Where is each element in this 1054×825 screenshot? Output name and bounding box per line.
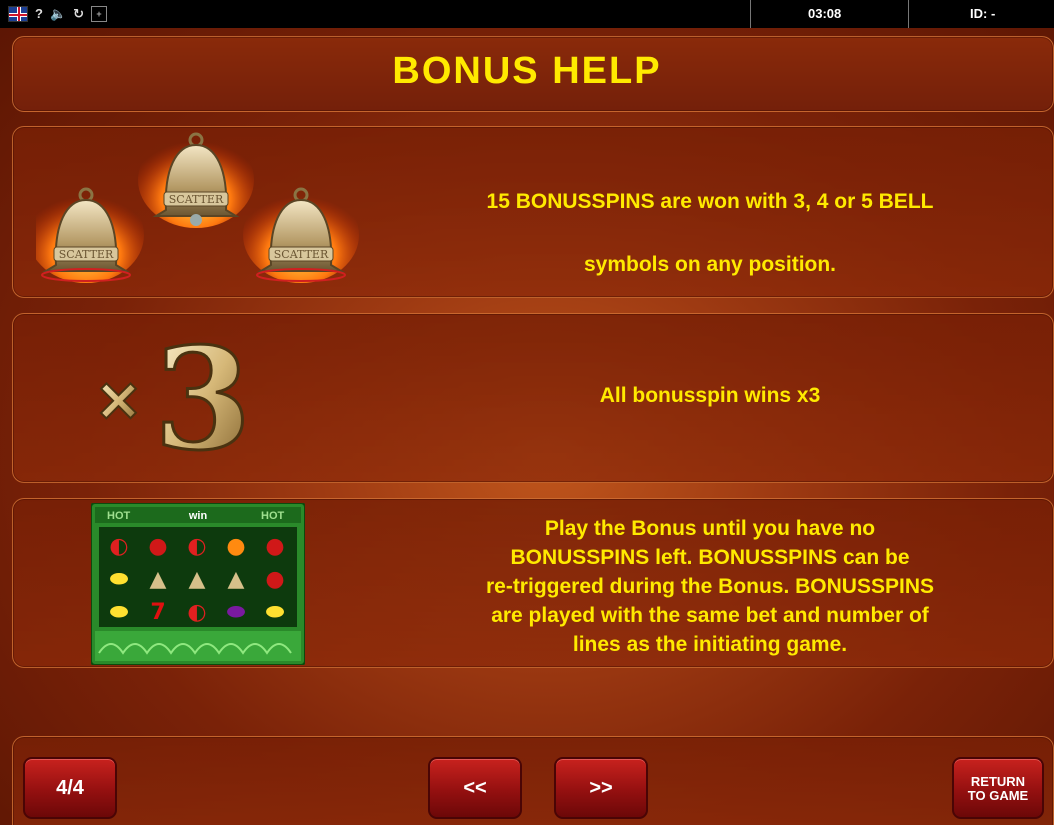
page-indicator-button[interactable]: 4/4 <box>23 757 117 819</box>
divider <box>908 0 909 28</box>
status-bar: ? 🔈 ↻ + 03:08 ID: - <box>0 0 1054 28</box>
previous-page-button[interactable]: << <box>428 757 522 819</box>
fullscreen-icon[interactable]: + <box>91 6 108 22</box>
rules-line: are played with the same bet and number … <box>491 604 929 627</box>
rules-line: Play the Bonus until you have no <box>544 517 876 540</box>
x3-multiplier-icon: × 3 <box>97 332 253 462</box>
refresh-icon[interactable]: ↻ <box>73 6 84 22</box>
svg-text:●: ● <box>265 534 284 559</box>
return-label-line2: TO GAME <box>967 788 1029 803</box>
bell-label: SCATTER <box>274 248 329 261</box>
footer-panel <box>12 736 1054 825</box>
reels-header-center: win <box>188 510 208 522</box>
svg-text:3: 3 <box>154 332 251 462</box>
bell-label: SCATTER <box>59 248 114 261</box>
rules-line: BONUSSPINS left. BONUSSPINS can be <box>510 546 910 569</box>
svg-text:▲: ▲ <box>189 567 206 592</box>
return-to-game-button[interactable]: RETURN TO GAME <box>952 757 1044 819</box>
svg-text:●: ● <box>148 534 167 559</box>
svg-text:▲: ▲ <box>228 567 245 592</box>
scatter-description-line2: symbols on any position. <box>583 253 837 276</box>
svg-text:7: 7 <box>150 600 165 625</box>
svg-text:◐: ◐ <box>109 534 128 559</box>
status-icons: ? 🔈 ↻ + <box>8 5 108 23</box>
rules-line: re-triggered during the Bonus. BONUSSPIN… <box>485 575 935 598</box>
scatter-description: 15 BONUSSPINS are won with 3, 4 or 5 BEL… <box>400 170 1020 296</box>
rules-line: lines as the initiating game. <box>572 633 848 656</box>
divider <box>750 0 751 28</box>
svg-text:▲: ▲ <box>150 567 167 592</box>
multiplier-description: All bonusspin wins x3 <box>599 384 821 407</box>
svg-text:⬬: ⬬ <box>110 600 129 625</box>
reels-header-right: HOT <box>261 510 285 522</box>
reels-header-left: HOT <box>107 510 131 522</box>
scatter-bells-icon: SCATTER SCATTER SCATTER <box>36 132 359 283</box>
sound-icon[interactable]: 🔈 <box>50 6 66 22</box>
page-title: BONUS HELP <box>392 50 662 92</box>
svg-text:⬬: ⬬ <box>266 600 285 625</box>
bell-label: SCATTER <box>169 193 224 206</box>
next-page-button[interactable]: >> <box>554 757 648 819</box>
reels-preview-icon: HOT win HOT ◐ ● ◐ ● ● ⬬ ▲ ▲ ▲ ● ⬬ 7 ◐ ⬬ … <box>91 503 305 665</box>
svg-text:×: × <box>98 361 139 439</box>
scatter-description-line1: 15 BONUSSPINS are won with 3, 4 or 5 BEL… <box>486 190 934 213</box>
session-id: ID: - <box>970 6 996 21</box>
svg-text:⬬: ⬬ <box>110 567 129 592</box>
svg-text:●: ● <box>226 534 245 559</box>
svg-text:⬬: ⬬ <box>227 600 246 625</box>
svg-text:◐: ◐ <box>187 600 206 625</box>
clock: 03:08 <box>808 6 842 21</box>
svg-text:●: ● <box>265 567 284 592</box>
svg-text:◐: ◐ <box>187 534 206 559</box>
help-icon[interactable]: ? <box>35 6 43 22</box>
language-flag-icon[interactable] <box>8 6 28 22</box>
bonus-rules-description: Play the Bonus until you have no BONUSSP… <box>400 514 1020 659</box>
return-label-line1: RETURN <box>970 774 1026 789</box>
